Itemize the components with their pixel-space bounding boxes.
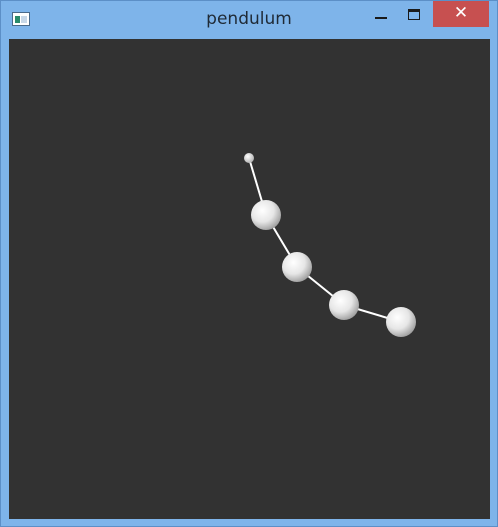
pendulum-scene bbox=[244, 153, 416, 337]
bob-3 bbox=[329, 290, 359, 320]
render-canvas[interactable] bbox=[9, 39, 490, 519]
close-button[interactable]: ✕ bbox=[433, 1, 489, 27]
minimize-button[interactable] bbox=[367, 1, 394, 28]
bob-4 bbox=[386, 307, 416, 337]
app-window: pendulum ✕ bbox=[0, 0, 498, 527]
title-bar[interactable]: pendulum ✕ bbox=[1, 1, 497, 38]
close-icon: ✕ bbox=[453, 3, 469, 23]
maximize-button[interactable] bbox=[400, 1, 427, 28]
maximize-icon bbox=[408, 9, 420, 20]
minimize-icon bbox=[375, 17, 387, 19]
bob-1 bbox=[251, 200, 281, 230]
pivot-ball bbox=[244, 153, 254, 163]
bob-2 bbox=[282, 252, 312, 282]
